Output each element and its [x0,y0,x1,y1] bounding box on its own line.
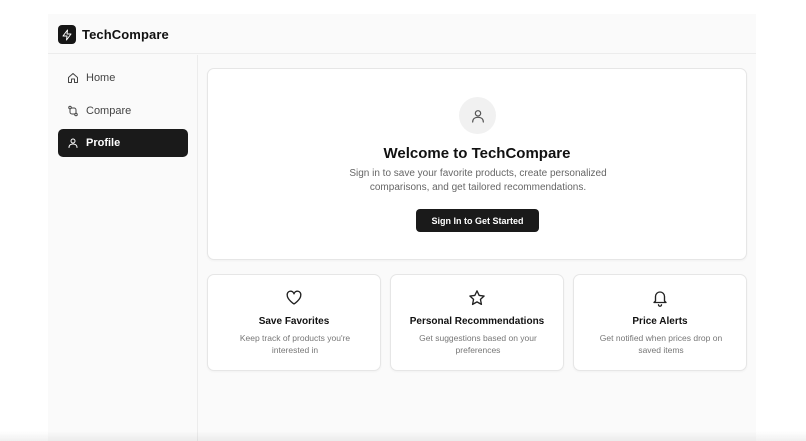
feature-title: Price Alerts [632,316,688,327]
bell-icon [651,289,669,307]
star-icon [468,289,486,307]
sidebar-item-label: Home [86,72,116,84]
home-icon [67,72,79,84]
sidebar-item-compare[interactable]: Compare [58,97,188,125]
main-content: Welcome to TechCompare Sign in to save y… [198,55,756,441]
feature-card-save-favorites: Save Favorites Keep track of products yo… [207,274,381,371]
app-logo[interactable] [58,25,76,44]
app-brand-name[interactable]: TechCompare [82,27,169,42]
sign-in-button[interactable]: Sign In to Get Started [416,209,539,232]
compare-icon [67,105,79,117]
welcome-card: Welcome to TechCompare Sign in to save y… [207,68,747,260]
sidebar-item-label: Compare [86,105,132,117]
user-icon [470,108,486,124]
avatar [459,97,496,134]
window-bottom-shadow [0,431,806,441]
top-header: TechCompare [48,14,756,54]
feature-description: Get notified when prices drop on saved i… [599,333,723,355]
feature-card-price-alerts: Price Alerts Get notified when prices dr… [573,274,747,371]
sidebar-item-home[interactable]: Home [58,64,188,92]
user-icon [67,137,79,149]
feature-description: Keep track of products you're interested… [239,333,351,355]
bolt-icon [61,29,73,41]
feature-title: Save Favorites [258,316,330,327]
sidebar-item-label: Profile [86,137,121,149]
sidebar-item-profile[interactable]: Profile [58,129,188,157]
page-title: Welcome to TechCompare [383,145,571,162]
feature-card-recommendations: Personal Recommendations Get suggestions… [390,274,564,371]
feature-title: Personal Recommendations [409,316,545,327]
welcome-description: Sign in to save your favorite products, … [349,168,607,193]
sidebar: Home Compare Profile [48,55,198,441]
feature-description: Get suggestions based on your preference… [419,333,537,355]
heart-icon [285,289,303,307]
app-window: TechCompare Home Compare Profile Welcome… [48,14,756,441]
